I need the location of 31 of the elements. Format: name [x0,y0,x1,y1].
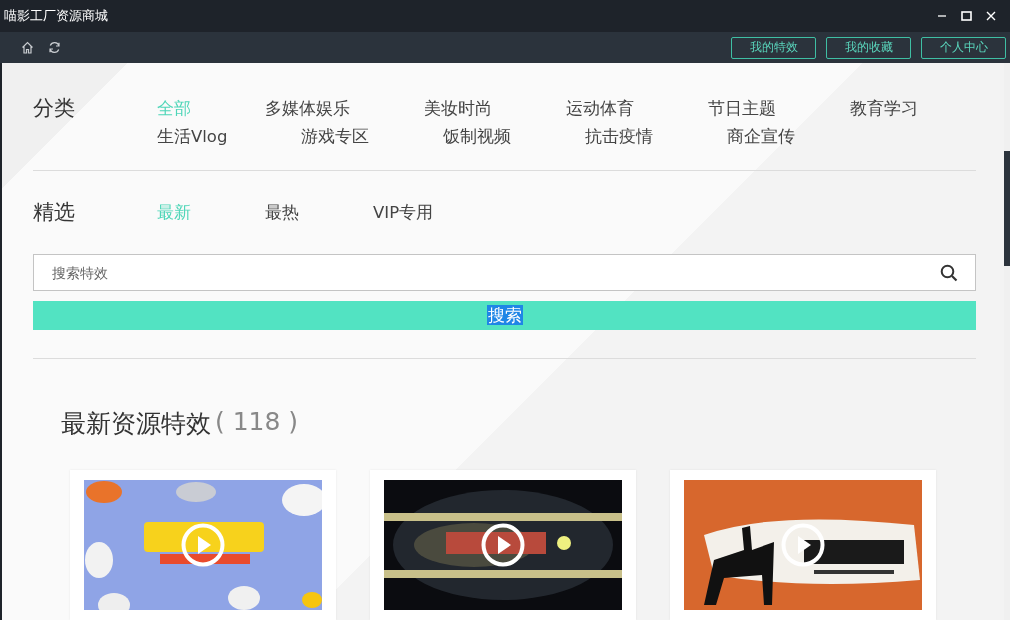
play-icon[interactable] [481,523,525,567]
category-label: 分类 [33,95,76,122]
search-button[interactable]: 搜索 [33,301,976,330]
video-card[interactable] [670,470,936,620]
resource-count: ( 118 ) [215,407,299,438]
refresh-icon[interactable] [48,41,61,54]
featured-tab[interactable]: 最热 [265,200,299,226]
featured-label: 精选 [33,199,76,226]
toolbar-button[interactable]: 我的特效 [731,36,816,59]
window-title: 喵影工厂资源商城 [4,7,108,25]
search-field[interactable]: 搜索特效 [33,254,976,291]
category-link[interactable]: 美妆时尚 [424,96,492,122]
section-title: 最新资源特效 [61,408,211,440]
close-icon[interactable] [986,11,996,21]
toolbar-button[interactable]: 个人中心 [921,36,1006,59]
featured-tab[interactable]: VIP专用 [373,200,434,226]
category-link[interactable]: 饭制视频 [443,124,512,150]
category-link[interactable]: 节日主题 [708,96,776,122]
category-link[interactable]: 运动体育 [566,96,634,122]
category-link[interactable]: 生活Vlog [157,124,228,150]
category-link[interactable]: 抗击疫情 [585,124,654,150]
category-link[interactable]: 商企宣传 [727,124,796,150]
category-link[interactable]: 游戏专区 [301,124,370,150]
category-link[interactable]: 教育学习 [850,96,918,122]
category-link[interactable]: 多媒体娱乐 [265,96,350,122]
home-icon[interactable] [21,41,34,54]
video-card[interactable] [370,470,636,620]
play-icon[interactable] [781,523,825,567]
toolbar-button[interactable]: 我的收藏 [826,36,911,59]
maximize-icon[interactable] [961,11,972,21]
search-icon[interactable] [940,264,958,282]
